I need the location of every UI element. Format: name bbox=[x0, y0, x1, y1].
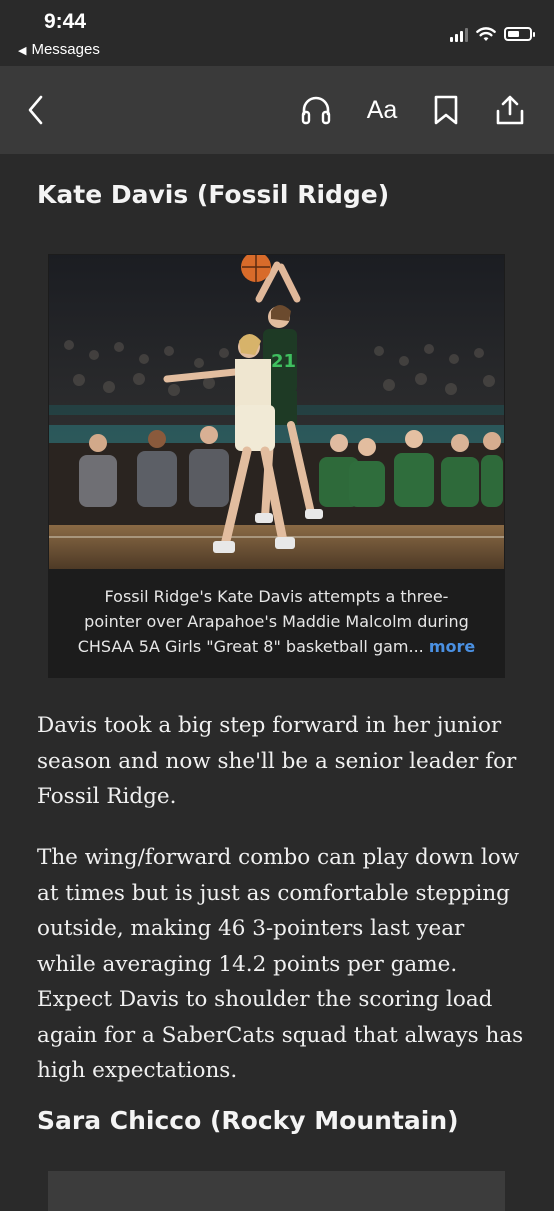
paragraph-line: Fossil Ridge. bbox=[37, 784, 177, 809]
status-icons bbox=[450, 24, 535, 44]
section-heading: Kate Davis (Fossil Ridge) bbox=[37, 180, 390, 209]
text-size-button[interactable]: Aa bbox=[358, 90, 406, 130]
status-time: 9:44 bbox=[44, 10, 87, 33]
listen-button[interactable] bbox=[294, 90, 338, 130]
battery-icon bbox=[504, 27, 535, 41]
back-app-label: Messages bbox=[31, 41, 100, 58]
back-button[interactable] bbox=[14, 90, 58, 130]
caption-line-last: CHSAA 5A Girls "Great 8" basketball gam.… bbox=[48, 634, 505, 659]
article-toolbar: Aa bbox=[0, 66, 554, 154]
share-button[interactable] bbox=[488, 90, 532, 130]
paragraph-line: The wing/forward combo can play down low bbox=[37, 845, 520, 870]
article-figure: 21 Fossil Ridge's Kate Davis attempts a … bbox=[48, 254, 505, 678]
paragraph-line: season and now she'll be a senior leader… bbox=[37, 748, 517, 774]
article-paragraph: Davis took a big step forward in her jun… bbox=[37, 708, 527, 815]
bookmark-button[interactable] bbox=[424, 90, 468, 130]
share-icon bbox=[496, 95, 524, 125]
basketball-photo[interactable]: 21 bbox=[49, 255, 504, 569]
caption-more-link[interactable]: more bbox=[429, 637, 475, 656]
jersey-number: 21 bbox=[271, 351, 296, 372]
paragraph-line: high expectations. bbox=[37, 1058, 238, 1083]
photo-caption: Fossil Ridge's Kate Davis attempts a thr… bbox=[48, 584, 505, 659]
back-to-app-link[interactable]: ◀ Messages bbox=[18, 41, 100, 58]
text-size-label: Aa bbox=[366, 95, 398, 124]
caption-line: pointer over Arapahoe's Maddie Malcolm d… bbox=[84, 612, 469, 631]
triangle-left-icon: ◀ bbox=[18, 45, 27, 57]
paragraph-line: Davis took a big step forward in her jun… bbox=[37, 713, 502, 738]
caption-line: Fossil Ridge's Kate Davis attempts a thr… bbox=[104, 587, 449, 606]
basketball-photo-graphic: 21 bbox=[49, 255, 504, 569]
paragraph-line: Expect Davis to shoulder the scoring loa… bbox=[37, 987, 493, 1012]
wifi-icon bbox=[476, 27, 496, 41]
chevron-left-icon bbox=[28, 95, 43, 125]
next-article-figure[interactable] bbox=[48, 1171, 505, 1211]
paragraph-line: outside, making 46 3-pointers last year bbox=[37, 916, 465, 941]
section-heading: Sara Chicco (Rocky Mountain) bbox=[37, 1106, 459, 1135]
paragraph-line: at times but is just as comfortable step… bbox=[37, 880, 510, 906]
cellular-signal-icon bbox=[450, 27, 468, 42]
caption-line-text: CHSAA 5A Girls "Great 8" basketball gam.… bbox=[77, 637, 424, 656]
bookmark-icon bbox=[434, 95, 458, 125]
status-bar: 9:44 ◀ Messages bbox=[0, 0, 554, 66]
headphones-icon bbox=[301, 96, 331, 125]
article-content: Kate Davis (Fossil Ridge) 21 Fossil Ridg… bbox=[0, 154, 554, 1211]
paragraph-line: while averaging 14.2 points per game. bbox=[37, 951, 458, 977]
article-paragraph: The wing/forward combo can play down low… bbox=[37, 840, 527, 1089]
paragraph-line: again for a SaberCats squad that always … bbox=[37, 1022, 524, 1048]
